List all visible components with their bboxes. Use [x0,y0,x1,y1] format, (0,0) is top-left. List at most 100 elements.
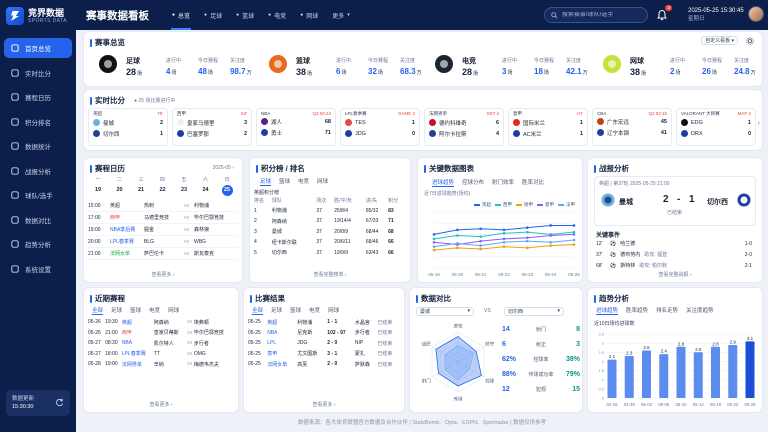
sidebar-item-9[interactable]: 系统设置 [4,259,72,279]
live-match-card[interactable]: 英超 78' 曼城 2 切尔西 1 [88,108,168,146]
result-row[interactable]: 05-25 法网女单 高芙 2 - 0 萨默森 已结束 [248,359,400,370]
ranking-row[interactable]: 3 曼城 37 20/8/9 68/44 68 [254,227,406,238]
live-match-card[interactable]: CBA Q2 02:15 广东宏远 45 辽宁本钢 41 [592,108,672,146]
subtab-2[interactable]: 射门效率 [492,178,514,187]
subtab-2[interactable]: 电竞 [298,177,309,186]
calendar-day[interactable]: 一 19 [88,176,108,196]
subtab-3[interactable]: 胜率对比 [522,178,544,187]
subtab-0[interactable]: 进球趋势 [432,178,455,187]
match-summary[interactable]: 英超 | 第37轮 2025-05-25 21:00 曼城 2 - 1 已结束 … [594,176,756,226]
schedule-row[interactable]: 17:00 西甲 马德里竞技 vs 毕尔巴鄂竞技 [88,212,238,224]
live-match-card[interactable]: 法网男单 SET 2 德约科维奇 6 阿尔卡拉斯 4 [424,108,504,146]
calendar-day[interactable]: 二 20 [110,176,130,196]
sport-overview-0[interactable]: 足球 28场 进行中 4场 今日赛程 48场 关注度 98.7万 [98,52,258,82]
tab-1[interactable]: ● 足球 [198,0,228,30]
subtab-1[interactable]: 控球分布 [462,178,484,187]
recent-row[interactable]: 05-27 18:00 LPL春季赛 TT vs OMG [88,349,234,360]
subtab-3[interactable]: 关注度趋势 [686,306,714,315]
tab-4[interactable]: ● 网球 [294,0,324,30]
live-match-card[interactable]: 意甲 HT 国际米兰 1 AC米兰 1 [508,108,588,146]
subtab-3[interactable]: 电竞 [309,306,320,315]
subtab-1[interactable]: 足球 [111,306,122,315]
search-box[interactable] [544,7,648,23]
settings-gear-icon[interactable] [746,37,754,45]
custom-dashboard-button[interactable]: 自定义看板 ▾ [701,36,738,45]
tab-0[interactable]: ● 总览 [166,0,196,30]
ranking-more-link[interactable]: 查看完整榜单 › [250,271,410,278]
tab-3[interactable]: ● 电竞 [262,0,292,30]
team-a-select[interactable]: 曼城 ▾ [416,307,474,316]
ranking-row[interactable]: 1 利物浦 37 25/8/4 85/32 83 [254,206,406,217]
event-row[interactable]: 12' ⚽ 哈兰德 1-0 [596,238,756,249]
subtab-0[interactable]: 全部 [252,306,264,315]
sidebar-item-7[interactable]: 数据对比 [4,210,72,230]
result-row[interactable]: 05-25 意甲 尤文图斯 3 - 1 蒙扎 已结束 [248,349,400,360]
tab-2[interactable]: ● 篮球 [230,0,260,30]
result-row[interactable]: 05-25 LPL JDG 2 - 0 NIP 已结束 [248,338,400,349]
live-match-card[interactable]: NBA Q3 06:24 湖人 68 勇士 71 [256,108,336,146]
sport-overview-2[interactable]: 电竞 28场 进行中 3场 今日赛程 18场 关注度 42.1万 [434,52,594,82]
calendar-day[interactable]: 六 24 [196,176,216,196]
subtab-0[interactable]: 足球 [260,177,272,186]
subtab-1[interactable]: 胜率趋势 [626,306,648,315]
schedule-row[interactable]: 19:00 NBA季后赛 掘金 vs 森林狼 [88,224,238,236]
notification-bell[interactable]: 3 [656,5,672,21]
sidebar-item-8[interactable]: 趋势分析 [4,234,72,254]
war-report-more-link[interactable]: 查看完整战报 › [588,271,762,278]
live-match-card[interactable]: VALORANT 大师赛 MAP 2 EDG 1 DRX 0 [676,108,756,146]
schedule-row[interactable]: 15:00 英超 热刺 vs 利物浦 [88,200,238,212]
sidebar-item-3[interactable]: 积分排名 [4,112,72,132]
calendar-day[interactable]: 五 23 [174,176,194,196]
live-match-card[interactable]: 西甲 63' 皇家马德里 3 巴塞罗那 2 [172,108,252,146]
schedule-row[interactable]: 21:00 法网女单 萨巴伦卡 vs 斯瓦泰克 [88,248,238,260]
event-row[interactable]: 68' ⚽ 斯特林 助攻: 帕尔默 2-1 [596,260,756,271]
next-arrow-icon[interactable]: › [758,120,760,127]
results-more-link[interactable]: 查看更多 › [244,401,404,408]
sidebar-item-6[interactable]: 球队/选手 [4,185,72,205]
subtab-1[interactable]: 足球 [271,306,282,315]
avatar[interactable] [748,6,764,22]
event-player: 斯特林 [620,263,636,269]
subtab-4[interactable]: 网球 [168,306,179,315]
sidebar-item-1[interactable]: 实时比分 [4,63,72,83]
search-input[interactable] [561,12,647,18]
subtab-1[interactable]: 篮球 [279,177,290,186]
brand[interactable]: 竞界数据 SPORTS DATA [0,0,76,30]
recent-row[interactable]: 05-26 19:30 英超 阿森纳 vs 埃弗顿 [88,317,234,328]
ranking-row[interactable]: 2 阿森纳 37 19/14/4 67/33 71 [254,216,406,227]
tab-5[interactable]: 更多 ▾ [326,0,356,30]
subtab-3[interactable]: 电竞 [149,306,160,315]
live-match-card[interactable]: LPL春季赛 GAME 2 TES 1 JDG 0 [340,108,420,146]
recent-row[interactable]: 05-27 08:30 NBA 凯尔特人 vs 步行者 [88,338,234,349]
sidebar-item-0[interactable]: 首页总览 [4,38,72,58]
subtab-0[interactable]: 全部 [92,306,104,315]
sport-overview-3[interactable]: 网球 38场 进行中 2场 今日赛程 26场 关注度 24.8万 [602,52,762,82]
refresh-icon[interactable] [55,398,64,407]
subtab-0[interactable]: 进球趋势 [596,306,619,315]
sidebar-item-5[interactable]: 战报分析 [4,161,72,181]
event-row[interactable]: 37' ⚽ 德布劳内 助攻: 福登 2-0 [596,249,756,260]
result-row[interactable]: 05-25 英超 利物浦 1 - 1 水晶宫 已结束 [248,317,400,328]
recent-more-link[interactable]: 查看更多 › [84,401,238,408]
subtab-2[interactable]: 篮球 [130,306,141,315]
ranking-row[interactable]: 4 纽卡斯尔联 37 20/6/11 68/46 66 [254,237,406,248]
schedule-month[interactable]: 2025-05 › [213,165,234,171]
result-row[interactable]: 05-25 NBA 尼克斯 102 - 97 步行者 已结束 [248,328,400,339]
ranking-row[interactable]: 5 切尔西 37 19/9/9 63/43 66 [254,248,406,259]
subtab-3[interactable]: 网球 [317,177,328,186]
schedule-row[interactable]: 20:00 LPL春季赛 BLG vs WBG [88,236,238,248]
team-b-select[interactable]: 切尔西 ▾ [504,307,564,316]
sidebar-item-4[interactable]: 数据统计 [4,136,72,156]
calendar-day[interactable]: 三 21 [131,176,151,196]
schedule-more-link[interactable]: 查看更多 › [84,271,242,278]
series-point [479,244,482,247]
recent-row[interactable]: 05-26 21:00 西甲 皇家贝蒂斯 vs 毕尔巴鄂竞技 [88,328,234,339]
subtab-2[interactable]: 篮球 [290,306,301,315]
calendar-day[interactable]: 四 22 [153,176,173,196]
subtab-4[interactable]: 网球 [328,306,339,315]
calendar-day[interactable]: 日 25 [217,176,237,196]
sport-overview-1[interactable]: 篮球 38场 进行中 6场 今日赛程 32场 关注度 68.3万 [268,52,428,82]
sidebar-item-2[interactable]: 赛程日历 [4,87,72,107]
subtab-2[interactable]: 排名走势 [656,306,678,315]
recent-row[interactable]: 05-28 19:00 法网男单 辛纳 vs 梅德韦杰夫 [88,359,234,370]
